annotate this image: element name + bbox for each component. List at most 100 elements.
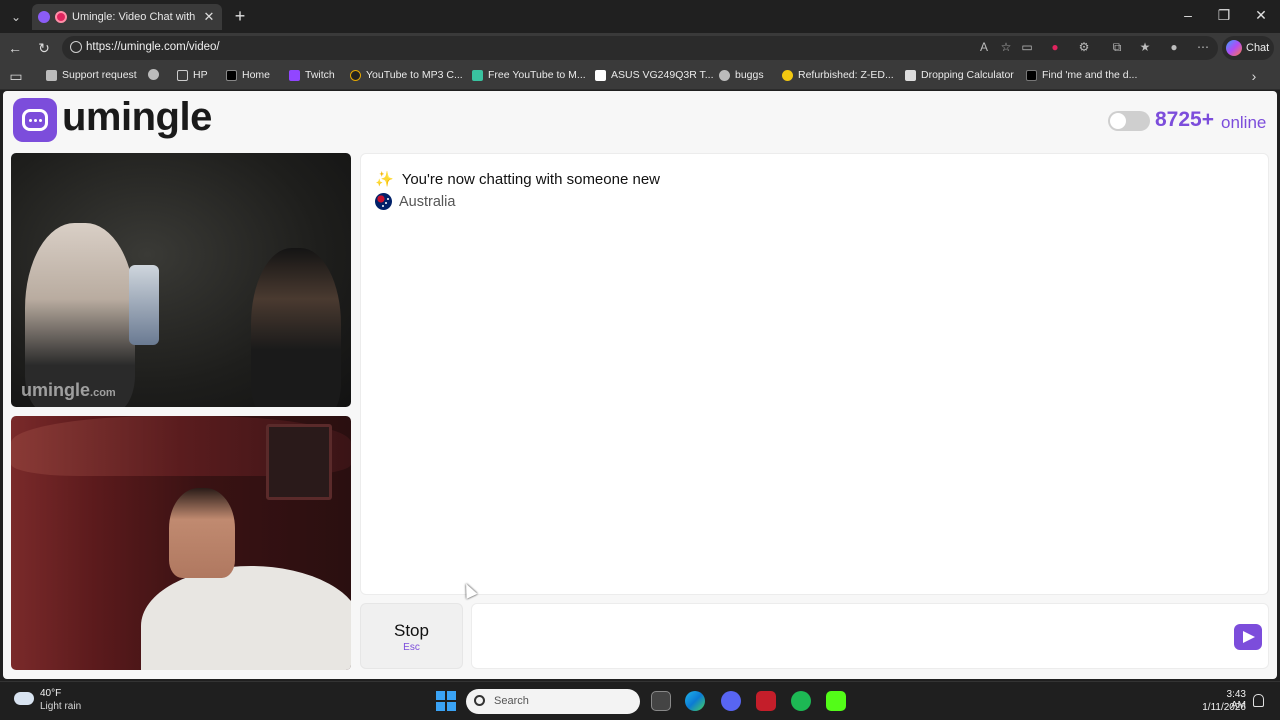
- umingle-logo-text[interactable]: umingle: [62, 95, 212, 140]
- url-text: https://umingle.com/video/: [86, 41, 220, 53]
- bookmark-home[interactable]: Home: [226, 69, 270, 81]
- globe-icon: [148, 69, 159, 80]
- watermark-suffix: .com: [90, 387, 116, 399]
- windows-taskbar: 40°F Light rain Search 3:43 AM 1/11/2026: [0, 681, 1280, 720]
- minimize-button[interactable]: –: [1178, 7, 1198, 23]
- bookmark-label: Support request: [62, 69, 137, 81]
- restore-button[interactable]: ❐: [1214, 7, 1234, 24]
- back-arrow-icon[interactable]: ←: [7, 40, 23, 56]
- notion-icon: [595, 69, 606, 81]
- edge-browser-icon[interactable]: [685, 691, 705, 711]
- bookmarks-bar: ▭ Support request HP Home Twitch YouTube…: [0, 63, 1280, 90]
- bookmark-dropping-calculator[interactable]: Dropping Calculator: [905, 69, 1014, 81]
- discord-icon[interactable]: [721, 691, 741, 711]
- app-icon[interactable]: [756, 691, 776, 711]
- tag-icon: [782, 69, 793, 81]
- ytm-icon: [472, 69, 483, 81]
- notification-bell-icon[interactable]: [1253, 694, 1264, 707]
- taskbar-search[interactable]: Search: [466, 689, 640, 714]
- stop-shortcut: Esc: [403, 642, 420, 653]
- chat-label: Chat: [1246, 42, 1270, 54]
- refresh-icon[interactable]: ↻: [36, 40, 52, 57]
- australia-flag-icon: [375, 193, 392, 210]
- sidebar-toggle-icon[interactable]: ▭: [8, 68, 24, 85]
- favorite-star-icon[interactable]: ☆: [998, 40, 1014, 54]
- stranger-video: umingle.com: [11, 153, 351, 407]
- tab-close-icon[interactable]: ✕: [202, 9, 216, 25]
- favorites-icon[interactable]: ★: [1137, 40, 1153, 54]
- kick-icon[interactable]: [826, 691, 846, 711]
- bookmark-globe[interactable]: [148, 69, 159, 80]
- self-head: [169, 488, 235, 578]
- bookmark-label: ASUS VG249Q3R T...: [611, 69, 714, 81]
- site-info-icon[interactable]: [70, 41, 82, 53]
- bookmark-label: Dropping Calculator: [921, 69, 1014, 81]
- bookmark-label: Home: [242, 69, 271, 81]
- self-video: [11, 416, 351, 670]
- weather-temp[interactable]: 40°F: [40, 688, 61, 699]
- bookmark-label: HP: [193, 69, 208, 81]
- url-field[interactable]: https://umingle.com/video/ A ☆ ▭ ● ⚙ ⧉ ★…: [62, 36, 1218, 60]
- more-menu-icon[interactable]: ⋯: [1195, 40, 1211, 54]
- bookmark-label: buggs: [735, 69, 764, 81]
- theme-toggle[interactable]: [1108, 111, 1150, 131]
- stranger-person-2: [251, 248, 341, 407]
- message-input[interactable]: [471, 603, 1269, 669]
- tab-actions-menu[interactable]: ⌄: [0, 0, 32, 33]
- bookmark-buggs[interactable]: buggs: [719, 69, 764, 81]
- bookmark-asus[interactable]: ASUS VG249Q3R T...: [595, 69, 714, 81]
- watermark-text: umingle: [21, 380, 91, 400]
- search-icon: [474, 695, 485, 706]
- bookmark-refurbished[interactable]: Refurbished: Z-ED...: [782, 69, 894, 81]
- send-button[interactable]: [1234, 624, 1262, 650]
- folder-icon: [177, 69, 188, 81]
- profile-avatar-icon[interactable]: ●: [1166, 40, 1182, 54]
- bookmark-free-youtube[interactable]: Free YouTube to M...: [472, 69, 586, 81]
- wall-frame: [266, 424, 332, 500]
- bookmark-hp[interactable]: HP: [177, 69, 208, 81]
- drink-can: [129, 265, 159, 345]
- document-icon: [46, 69, 57, 81]
- tiktok-icon: [1026, 69, 1037, 81]
- search-placeholder: Search: [494, 695, 529, 707]
- clock-date[interactable]: 1/11/2026: [1196, 702, 1246, 713]
- umingle-tab-icon: [38, 11, 50, 23]
- stop-label: Stop: [394, 621, 429, 640]
- sparkle-icon: ✨: [375, 171, 394, 188]
- extensions-icon[interactable]: ⚙: [1076, 40, 1092, 54]
- split-screen-icon[interactable]: ⧉: [1109, 40, 1125, 55]
- task-view-icon[interactable]: [651, 691, 671, 711]
- twitch-icon: [289, 69, 300, 81]
- new-tab-button[interactable]: +: [231, 6, 249, 27]
- video-watermark: umingle.com: [21, 380, 116, 401]
- bookmark-twitch[interactable]: Twitch: [289, 69, 335, 81]
- x-icon: [226, 69, 237, 81]
- bookmark-tiktok[interactable]: Find 'me and the d...: [1026, 69, 1137, 81]
- stranger-country: Australia: [375, 193, 455, 210]
- start-button[interactable]: [436, 691, 456, 711]
- camera-permission-icon[interactable]: ▭: [1019, 40, 1035, 54]
- bookmark-youtube-mp3[interactable]: YouTube to MP3 C...: [350, 69, 463, 81]
- weather-desc[interactable]: Light rain: [40, 701, 81, 712]
- browser-titlebar: ⌄ Umingle: Video Chat with Stra ✕ + – ❐ …: [0, 0, 1280, 33]
- browser-tab-umingle[interactable]: Umingle: Video Chat with Stra ✕: [32, 4, 222, 30]
- copilot-chat-button[interactable]: Chat: [1222, 36, 1274, 60]
- more-bookmarks-chevron-icon[interactable]: ›: [1246, 68, 1262, 84]
- send-arrow-icon: [1243, 631, 1255, 643]
- close-window-button[interactable]: ✕: [1251, 7, 1271, 24]
- chat-log: ✨ You're now chatting with someone new A…: [360, 153, 1269, 595]
- chat-bubble-icon: [22, 109, 48, 131]
- system-message: ✨ You're now chatting with someone new: [375, 170, 660, 189]
- umingle-logo-icon[interactable]: [13, 98, 57, 142]
- read-aloud-icon[interactable]: A: [976, 40, 992, 54]
- umingle-page: umingle 8725+ online umingle.com ✨ You'r…: [3, 91, 1277, 679]
- online-count: 8725+: [1155, 108, 1214, 131]
- spotify-icon[interactable]: [791, 691, 811, 711]
- extension-shield-icon[interactable]: ●: [1047, 40, 1063, 54]
- bookmark-support-request[interactable]: Support request: [46, 69, 137, 81]
- stop-button[interactable]: Stop Esc: [360, 603, 463, 669]
- country-text: Australia: [399, 193, 456, 210]
- recording-indicator-icon: [55, 11, 67, 23]
- cloud-rain-icon[interactable]: [14, 692, 34, 705]
- bookmark-label: Free YouTube to M...: [488, 69, 586, 81]
